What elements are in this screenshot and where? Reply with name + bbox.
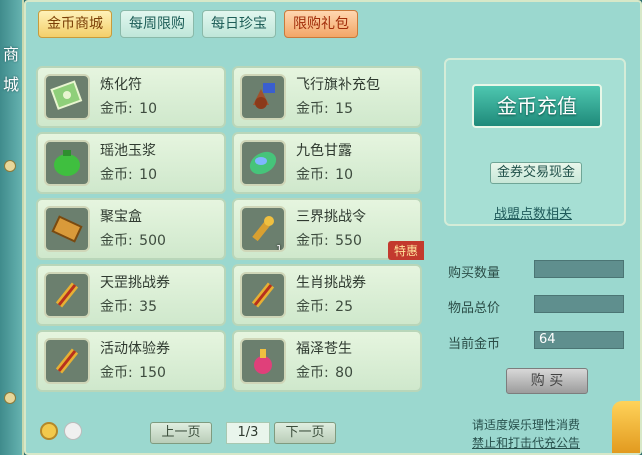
flag-bag-icon (240, 74, 286, 120)
green-jar-icon (44, 140, 90, 186)
item-price: 金币: 10 (100, 101, 157, 117)
item-name: 生肖挑战券 (296, 275, 366, 291)
search-icon[interactable] (40, 422, 58, 440)
total-value (534, 295, 624, 313)
tab-limited-pack[interactable]: 限购礼包 (284, 10, 358, 38)
item-name: 九色甘露 (296, 143, 352, 159)
sale-badge: 特惠 (387, 241, 424, 260)
item-price: 金币: 10 (296, 167, 353, 183)
shop-item[interactable]: 炼化符 金币: 10 (36, 66, 226, 128)
item-name: 活动体验券 (100, 341, 170, 357)
item-price: 金币: 500 (100, 233, 166, 249)
item-name: 三界挑战令 (296, 209, 366, 225)
item-price: 金币: 15 (296, 101, 353, 117)
item-name: 福泽苍生 (296, 341, 352, 357)
next-page-button[interactable]: 下一页 (274, 422, 336, 444)
shop-item[interactable]: 活动体验券 金币: 150 (36, 330, 226, 392)
item-price: 金币: 25 (296, 299, 353, 315)
item-name: 瑶池玉浆 (100, 143, 156, 159)
page-indicator: 1/3 (226, 422, 270, 444)
prev-page-button[interactable]: 上一页 (150, 422, 212, 444)
current-gold-row: 当前金币 64 (448, 331, 624, 352)
corner-decoration-icon (612, 401, 640, 453)
shop-item[interactable]: 天罡挑战券 金币: 35 (36, 264, 226, 326)
consumption-notice: 请适度娱乐理性消费 (472, 418, 581, 432)
item-price: 金币: 35 (100, 299, 157, 315)
tab-bar: 金币商城 每周限购 每日珍宝 限购礼包 (38, 10, 358, 38)
knob-icon (4, 160, 16, 172)
token-icon: 1 (240, 206, 286, 252)
shop-item[interactable]: 九色甘露 金币: 10 (232, 132, 422, 194)
potion-icon (240, 338, 286, 384)
quantity-row: 购买数量 (448, 260, 624, 281)
shop-item[interactable]: 瑶池玉浆 金币: 10 (36, 132, 226, 194)
exchange-button[interactable]: 金券交易现金 (490, 162, 583, 184)
scroll-icon (44, 338, 90, 384)
sidebar-title: 商城 (2, 45, 19, 94)
bottom-bar: 上一页 1/3 下一页 请适度娱乐理性消费 禁止和打击代充公告 (34, 416, 634, 450)
item-name: 飞行旗补充包 (296, 77, 380, 93)
scroll-icon (44, 272, 90, 318)
guild-points-link[interactable]: 战盟点数相关 (494, 203, 572, 222)
shop-item[interactable]: 福泽苍生 金币: 80 (232, 330, 422, 392)
quantity-label: 购买数量 (448, 266, 501, 281)
current-gold-label: 当前金币 (448, 337, 501, 352)
rainbow-gem-icon (240, 140, 286, 186)
circle-icon[interactable] (64, 422, 82, 440)
quantity-input[interactable] (534, 260, 624, 278)
item-price: 金币: 150 (100, 365, 166, 381)
recharge-button[interactable]: 金币充值 (472, 84, 602, 128)
total-label: 物品总价 (448, 301, 501, 316)
tab-gold-shop[interactable]: 金币商城 (38, 10, 112, 38)
scroll-icon (240, 272, 286, 318)
item-name: 炼化符 (100, 77, 142, 93)
item-price: 金币: 550 (296, 233, 362, 249)
recharge-box: 金币充值 金券交易现金 战盟点数相关 (444, 58, 626, 226)
buy-button[interactable]: 购 买 (506, 368, 588, 394)
shop-panel: 金币商城 每周限购 每日珍宝 限购礼包 炼化符 金币: 10 飞行旗补充包 金币… (24, 0, 642, 455)
treasure-box-icon (44, 206, 90, 252)
anti-recharge-link[interactable]: 禁止和打击代充公告 (472, 434, 580, 451)
tab-weekly-limit[interactable]: 每周限购 (120, 10, 194, 38)
current-gold-value: 64 (534, 331, 624, 349)
item-grid: 炼化符 金币: 10 飞行旗补充包 金币: 15 瑶池玉浆 金币: 10 九色甘… (34, 54, 426, 394)
item-price: 金币: 80 (296, 365, 353, 381)
side-strip: 商城 (0, 0, 24, 455)
shop-item[interactable]: 1 三界挑战令 金币: 550 特惠 (232, 198, 424, 260)
shop-item[interactable]: 聚宝盒 金币: 500 (36, 198, 226, 260)
item-name: 聚宝盒 (100, 209, 142, 225)
shop-item[interactable]: 飞行旗补充包 金币: 15 (232, 66, 422, 128)
item-price: 金币: 10 (100, 167, 157, 183)
item-name: 天罡挑战券 (100, 275, 170, 291)
shop-item[interactable]: 生肖挑战券 金币: 25 (232, 264, 422, 326)
tab-daily-treasure[interactable]: 每日珍宝 (202, 10, 276, 38)
item-count: 1 (276, 244, 283, 252)
total-row: 物品总价 (448, 295, 624, 316)
knob-icon (4, 392, 16, 404)
talisman-icon (44, 74, 90, 120)
